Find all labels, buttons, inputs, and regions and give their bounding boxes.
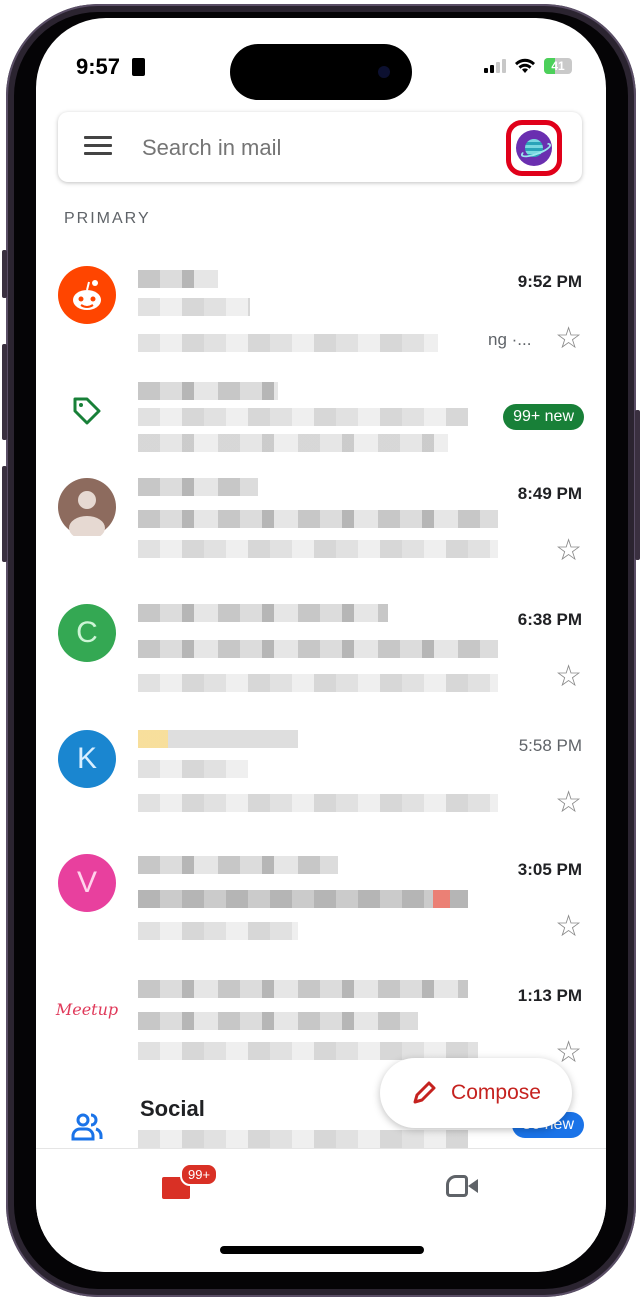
- focus-mode-icon: [132, 58, 145, 76]
- meet-tab[interactable]: [446, 1173, 480, 1199]
- status-indicators: 41: [484, 58, 572, 74]
- star-icon[interactable]: ☆: [555, 788, 582, 818]
- video-camera-icon: [446, 1175, 468, 1197]
- letter-avatar-icon: K: [58, 730, 116, 788]
- meetup-logo-icon: Meetup: [55, 999, 119, 1019]
- email-time: 8:49 PM: [517, 484, 582, 503]
- email-snippet: ng ·...: [488, 330, 532, 349]
- home-indicator[interactable]: [220, 1246, 424, 1254]
- camera-icon: [378, 66, 390, 78]
- new-count-badge: 99+ new: [503, 404, 584, 430]
- action-button: [2, 250, 7, 298]
- email-time: 9:52 PM: [517, 272, 582, 291]
- power-button: [635, 410, 640, 560]
- email-row[interactable]: ng ·... 9:52 PM ☆: [36, 262, 606, 386]
- star-icon[interactable]: ☆: [555, 662, 582, 692]
- volume-down-button: [2, 466, 7, 562]
- email-row[interactable]: K 5:58 PM ☆: [36, 726, 606, 850]
- star-icon[interactable]: ☆: [555, 324, 582, 354]
- email-row[interactable]: V 3:05 PM ☆: [36, 850, 606, 974]
- search-input[interactable]: [140, 134, 444, 162]
- search-bar[interactable]: [58, 112, 582, 182]
- person-avatar-icon: [58, 478, 116, 536]
- battery-icon: 41: [544, 58, 572, 74]
- pencil-icon: [413, 1081, 436, 1104]
- letter-avatar-icon: C: [58, 604, 116, 662]
- social-title: Social: [140, 1096, 205, 1121]
- screen: 9:57 41 PRIMARY ng ·... 9:52 PM ☆ 99+ ne…: [36, 18, 606, 1272]
- email-time: 3:05 PM: [517, 860, 582, 879]
- star-icon[interactable]: ☆: [555, 536, 582, 566]
- status-time: 9:57: [76, 54, 121, 79]
- cellular-signal-icon: [484, 59, 506, 73]
- email-time: 6:38 PM: [517, 610, 582, 629]
- wifi-icon: [515, 58, 535, 73]
- dynamic-island: [230, 44, 412, 100]
- star-icon[interactable]: ☆: [555, 912, 582, 942]
- account-avatar[interactable]: [516, 130, 552, 166]
- mail-unread-badge: 99+: [180, 1163, 219, 1186]
- email-time: 5:58 PM: [518, 736, 582, 755]
- volume-up-button: [2, 344, 7, 440]
- star-icon[interactable]: ☆: [555, 1038, 582, 1068]
- compose-button[interactable]: Compose: [380, 1058, 572, 1128]
- account-avatar-highlight[interactable]: [506, 120, 562, 176]
- mail-tab[interactable]: 99+: [158, 1163, 219, 1199]
- reddit-logo-icon: [58, 266, 116, 324]
- letter-avatar-icon: V: [58, 854, 116, 912]
- tag-icon: [58, 382, 116, 440]
- section-label: PRIMARY: [64, 210, 151, 227]
- email-row[interactable]: C 6:38 PM ☆: [36, 600, 606, 724]
- compose-label: Compose: [451, 1081, 541, 1104]
- email-time: 1:13 PM: [517, 986, 582, 1005]
- email-row[interactable]: 8:49 PM ☆: [36, 474, 606, 598]
- menu-icon[interactable]: [84, 136, 112, 156]
